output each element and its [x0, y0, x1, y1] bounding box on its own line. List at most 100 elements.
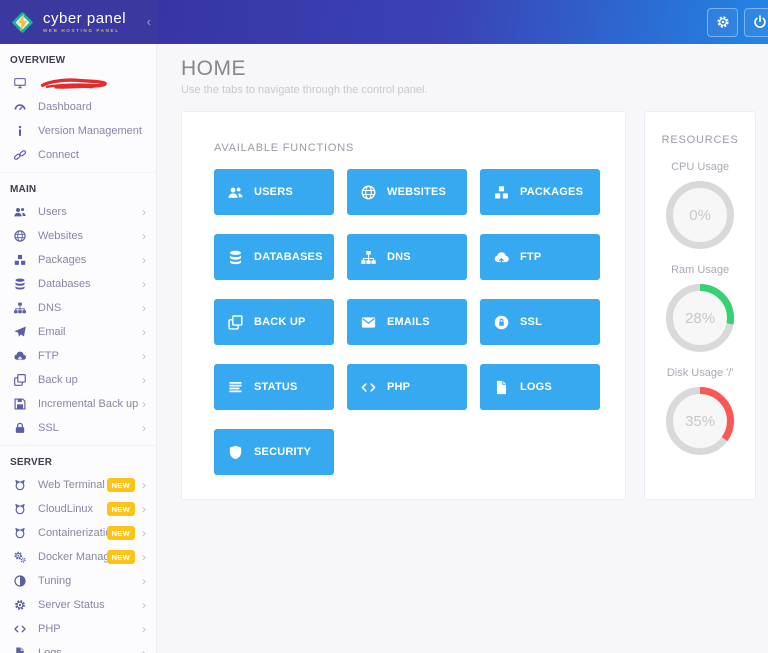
chevron-right-icon: ›: [142, 374, 146, 386]
chevron-right-icon: ›: [142, 575, 146, 587]
status-button[interactable]: STATUS: [214, 364, 334, 410]
sidebar-item-label: Packages: [38, 254, 142, 266]
terminal-icon: [13, 478, 27, 492]
sidebar-item-email[interactable]: Email›: [0, 320, 156, 344]
sidebar-item-tuning[interactable]: Tuning›: [0, 569, 156, 593]
sidebar-item-label: SSL: [38, 422, 142, 434]
sidebar-item-label: PHP: [38, 623, 142, 635]
logo-title: cyber panel: [43, 11, 126, 26]
sidebar-item-dashboard[interactable]: Dashboard: [0, 95, 156, 119]
cloud-upload-icon: [13, 349, 27, 363]
sidebar-item-hostname[interactable]: [0, 71, 156, 95]
chevron-right-icon: ›: [142, 479, 146, 491]
sidebar-item-users[interactable]: Users›: [0, 200, 156, 224]
gauge-ring: 0%: [666, 181, 734, 249]
sidebar-item-databases[interactable]: Databases›: [0, 272, 156, 296]
gear-icon: [13, 598, 27, 612]
database-icon: [227, 249, 244, 266]
contrast-icon: [13, 574, 27, 588]
ssl-button[interactable]: SSL: [480, 299, 600, 345]
sidebar-item-web-terminal[interactable]: Web TerminalNEW›: [0, 473, 156, 497]
page-subtitle: Use the tabs to navigate through the con…: [181, 84, 756, 96]
hostname-redacted: [38, 77, 112, 90]
packages-button[interactable]: PACKAGES: [480, 169, 600, 215]
function-button-label: SECURITY: [254, 446, 311, 458]
power-button[interactable]: [744, 8, 768, 37]
chevron-right-icon: ›: [142, 527, 146, 539]
security-button[interactable]: SECURITY: [214, 429, 334, 475]
chevron-right-icon: ›: [142, 350, 146, 362]
sidebar-item-label: Version Management: [38, 125, 146, 137]
sidebar-item-label: Logs: [38, 647, 142, 653]
function-button-label: STATUS: [254, 381, 298, 393]
save-icon: [13, 397, 27, 411]
sidebar-item-cloudlinux[interactable]: CloudLinuxNEW›: [0, 497, 156, 521]
globe-icon: [360, 184, 377, 201]
chevron-right-icon: ›: [142, 551, 146, 563]
main-content: HOME Use the tabs to navigate through th…: [157, 44, 768, 653]
chevron-right-icon: ›: [142, 206, 146, 218]
sidebar-item-label: FTP: [38, 350, 142, 362]
websites-button[interactable]: WEBSITES: [347, 169, 467, 215]
sidebar-item-server-status[interactable]: Server Status›: [0, 593, 156, 617]
chevron-right-icon: ›: [142, 230, 146, 242]
sidebar-collapse-icon[interactable]: ‹: [147, 14, 151, 29]
logo-area[interactable]: cyber panel WEB HOSTING PANEL ‹: [0, 0, 157, 44]
sidebar-item-php[interactable]: PHP›: [0, 617, 156, 641]
sidebar-item-label: Containerization: [38, 527, 107, 539]
sidebar-item-version-management[interactable]: Version Management: [0, 119, 156, 143]
emails-button[interactable]: EMAILS: [347, 299, 467, 345]
code-icon: [360, 379, 377, 396]
cloudlinux-icon: [13, 502, 27, 516]
sidebar-section-server: SERVERWeb TerminalNEW›CloudLinuxNEW›Cont…: [0, 445, 156, 653]
gauge-ram-usage: Ram Usage28%: [666, 264, 734, 352]
sidebar-item-incremental-back-up[interactable]: Incremental Back up›: [0, 392, 156, 416]
new-badge: NEW: [107, 502, 135, 516]
cloud-upload-icon: [493, 249, 510, 266]
databases-button[interactable]: DATABASES: [214, 234, 334, 280]
sidebar-item-back-up[interactable]: Back up›: [0, 368, 156, 392]
gauge-label: Disk Usage '/': [666, 367, 734, 379]
users-icon: [13, 205, 27, 219]
sidebar-item-ssl[interactable]: SSL›: [0, 416, 156, 440]
php-button[interactable]: PHP: [347, 364, 467, 410]
function-button-label: WEBSITES: [387, 186, 446, 198]
gear-icon: [715, 14, 731, 30]
ssl-badge-icon: [493, 314, 510, 331]
sidebar-item-label: CloudLinux: [38, 503, 107, 515]
available-functions-title: AVAILABLE FUNCTIONS: [214, 142, 611, 154]
sidebar-item-label: Email: [38, 326, 142, 338]
file-icon: [493, 379, 510, 396]
function-button-label: SSL: [520, 316, 542, 328]
chevron-right-icon: ›: [142, 278, 146, 290]
sidebar-item-websites[interactable]: Websites›: [0, 224, 156, 248]
gauge-disk-usage: Disk Usage '/' 35%: [666, 367, 734, 455]
ftp-button[interactable]: FTP: [480, 234, 600, 280]
sidebar-item-logs[interactable]: Logs›: [0, 641, 156, 653]
cubes-icon: [13, 253, 27, 267]
resources-panel: RESOURCES CPU Usage0%Ram Usage28%Disk Us…: [644, 111, 756, 500]
function-button-label: FTP: [520, 251, 541, 263]
sidebar-item-ftp[interactable]: FTP›: [0, 344, 156, 368]
sidebar-section-label: OVERVIEW: [0, 46, 156, 71]
dns-button[interactable]: DNS: [347, 234, 467, 280]
sidebar-item-containerization[interactable]: ContainerizationNEW ›: [0, 521, 156, 545]
sidebar-item-packages[interactable]: Packages›: [0, 248, 156, 272]
cogs-icon: [13, 550, 27, 564]
settings-button[interactable]: [707, 8, 738, 37]
back-up-button[interactable]: BACK UP: [214, 299, 334, 345]
sidebar-item-dns[interactable]: DNS›: [0, 296, 156, 320]
gauge-value: 35%: [666, 387, 734, 455]
globe-icon: [13, 229, 27, 243]
gauge-ring: 28%: [666, 284, 734, 352]
users-button[interactable]: USERS: [214, 169, 334, 215]
sidebar-item-docker-manager[interactable]: Docker ManagerNEW›: [0, 545, 156, 569]
sidebar-item-label: DNS: [38, 302, 142, 314]
gauges-container: CPU Usage0%Ram Usage28%Disk Usage '/'35%: [666, 146, 734, 455]
sidebar-item-connect[interactable]: Connect: [0, 143, 156, 167]
sidebar-section-overview: OVERVIEW Dashboard Version Management Conne…: [0, 44, 156, 167]
logs-button[interactable]: LOGS: [480, 364, 600, 410]
sidebar-item-label: Dashboard: [38, 101, 146, 113]
chevron-right-icon: ›: [142, 422, 146, 434]
new-badge: NEW: [107, 526, 135, 540]
